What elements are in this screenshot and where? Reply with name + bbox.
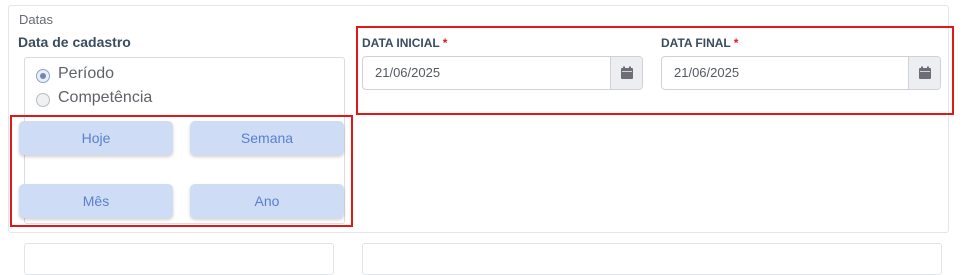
radio-competencia[interactable]: Competência <box>36 89 152 107</box>
radio-competencia-label: Competência <box>58 89 153 106</box>
required-mark: * <box>442 36 448 50</box>
calendar-icon <box>620 66 633 79</box>
start-date-label: DATA INICIAL * <box>362 36 447 50</box>
today-button[interactable]: Hoje <box>19 121 173 155</box>
end-date-label-text: DATA FINAL <box>661 36 731 50</box>
end-date-input[interactable]: 21/06/2025 <box>661 56 941 90</box>
week-button[interactable]: Semana <box>190 121 344 155</box>
start-date-input[interactable]: 21/06/2025 <box>362 56 643 90</box>
start-date-label-text: DATA INICIAL <box>362 36 440 50</box>
end-date-calendar-button[interactable] <box>908 57 940 89</box>
next-section-card <box>362 243 942 275</box>
required-mark: * <box>733 36 739 50</box>
end-date-value[interactable]: 21/06/2025 <box>662 57 908 89</box>
start-date-value[interactable]: 21/06/2025 <box>363 57 610 89</box>
radio-periodo-label: Período <box>58 65 115 82</box>
radio-periodo[interactable]: Período <box>36 65 114 83</box>
next-section-card <box>24 243 334 275</box>
radio-competencia-indicator[interactable] <box>36 93 50 107</box>
section-title: Datas <box>19 12 53 27</box>
calendar-icon <box>918 66 931 79</box>
radio-periodo-indicator[interactable] <box>36 69 50 83</box>
end-date-label: DATA FINAL * <box>661 36 738 50</box>
month-button[interactable]: Mês <box>19 184 173 218</box>
start-date-calendar-button[interactable] <box>610 57 642 89</box>
year-button[interactable]: Ano <box>190 184 344 218</box>
date-type-label: Data de cadastro <box>18 34 131 50</box>
